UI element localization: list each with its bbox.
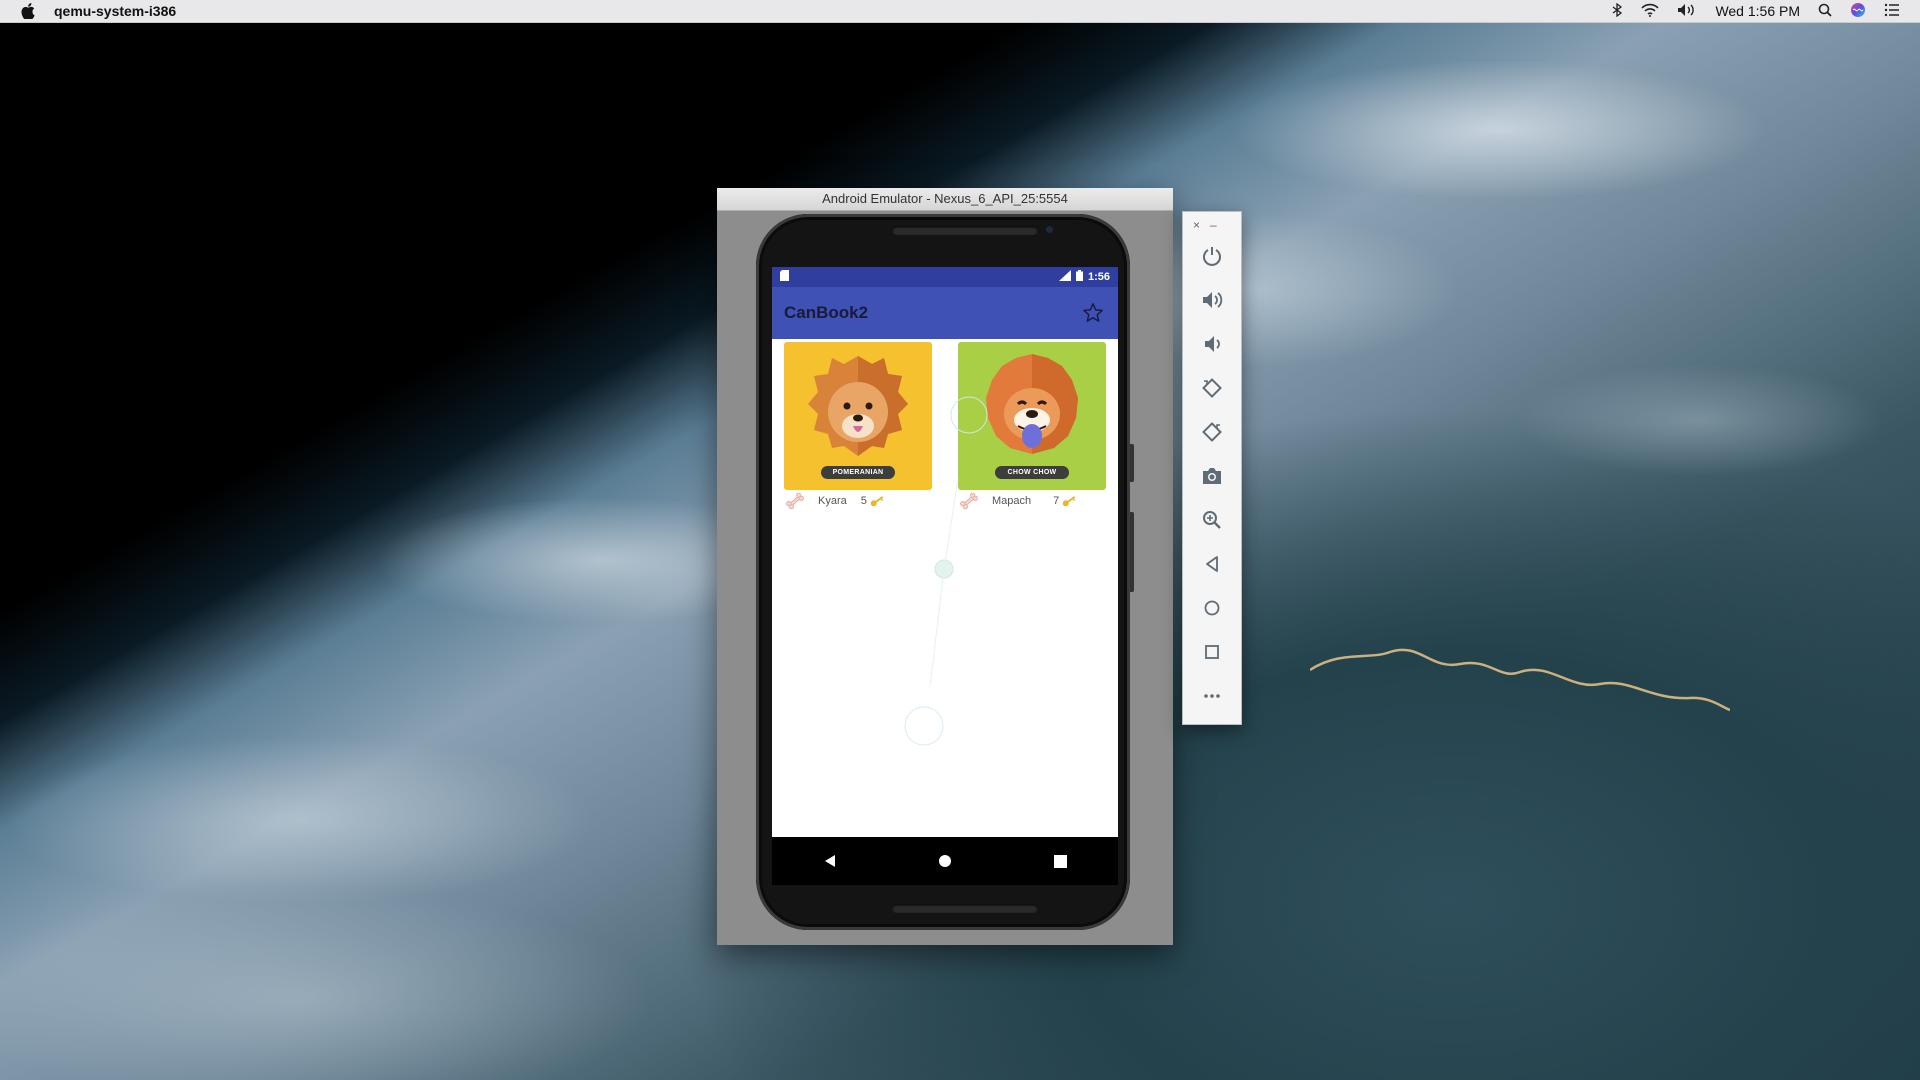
emulator-window: Android Emulator - Nexus_6_API_25:5554 1… (717, 188, 1173, 945)
emulator-title[interactable]: Android Emulator - Nexus_6_API_25:5554 (717, 188, 1173, 211)
bluetooth-icon[interactable] (1611, 2, 1623, 20)
dog-card[interactable]: CHOW CHOW Mapach 7 (958, 342, 1106, 512)
toolbar-window-controls: × – (1183, 212, 1241, 234)
power-icon[interactable] (1183, 234, 1241, 278)
home-icon[interactable] (925, 841, 965, 881)
dog-count: 7 (1053, 495, 1060, 507)
earpiece-speaker (892, 226, 1038, 235)
dog-card[interactable]: POMERANIAN Kyara 5 (784, 342, 932, 512)
recents-icon[interactable] (1040, 841, 1080, 881)
overview-icon[interactable] (1183, 630, 1241, 674)
minimize-icon[interactable]: – (1210, 218, 1217, 234)
breed-tag: POMERANIAN (821, 466, 895, 479)
nexus-6-device-frame: 1:56 CanBook2 POMERANIAN Kyara 5 CHOW CH… (756, 214, 1134, 930)
menu-clock[interactable]: Wed 1:56 PM (1715, 3, 1800, 19)
app-title: CanBook2 (784, 303, 869, 322)
active-app-name[interactable]: qemu-system-i386 (54, 3, 176, 19)
dog-grid: POMERANIAN Kyara 5 CHOW CHOW Mapach 7 (772, 339, 1118, 512)
dog-count: 5 (860, 495, 867, 507)
more-icon[interactable] (1183, 674, 1241, 718)
screenshot-camera-icon[interactable] (1183, 454, 1241, 498)
zoom-icon[interactable] (1183, 498, 1241, 542)
dog-card-meta: Mapach 7 (958, 490, 1106, 512)
notification-center-icon[interactable] (1884, 3, 1900, 20)
menu-bar: qemu-system-i386 Wed 1:56 PM (0, 0, 1920, 23)
close-icon[interactable]: × (1193, 218, 1200, 234)
volume-icon[interactable] (1677, 3, 1697, 20)
wallpaper-river (1310, 648, 1730, 712)
key-icon (1061, 495, 1077, 507)
dog-name: Mapach (992, 495, 1032, 507)
front-camera (1046, 226, 1053, 233)
wifi-icon[interactable] (1641, 3, 1660, 20)
volume-down-icon[interactable] (1183, 322, 1241, 366)
bottom-speaker (892, 904, 1038, 913)
emulator-toolbar: × – (1182, 211, 1242, 725)
volume-up-icon[interactable] (1183, 278, 1241, 322)
device-screen[interactable]: 1:56 CanBook2 POMERANIAN Kyara 5 CHOW CH… (772, 267, 1118, 885)
apple-icon[interactable] (20, 2, 36, 20)
app-toolbar: CanBook2 (772, 287, 1118, 339)
spotlight-search-icon[interactable] (1818, 3, 1832, 20)
dog-card-image[interactable]: POMERANIAN (784, 342, 932, 490)
dog-card-image[interactable]: CHOW CHOW (958, 342, 1106, 490)
dog-name: Kyara (818, 495, 847, 507)
rotate-right-icon[interactable] (1183, 410, 1241, 454)
rotate-left-icon[interactable] (1183, 366, 1241, 410)
key-icon (869, 495, 885, 507)
siri-icon[interactable] (1850, 2, 1866, 21)
status-time: 1:56 (1087, 271, 1110, 283)
bone-icon[interactable] (784, 492, 806, 510)
battery-icon (1075, 270, 1083, 284)
back-icon[interactable] (1183, 542, 1241, 586)
android-navigation-bar (772, 837, 1118, 885)
breed-tag: CHOW CHOW (995, 466, 1069, 479)
power-side-button[interactable] (1130, 444, 1134, 482)
home-icon[interactable] (1183, 586, 1241, 630)
volume-side-button[interactable] (1130, 512, 1134, 592)
android-status-bar: 1:56 (772, 267, 1118, 287)
bone-icon[interactable] (958, 492, 980, 510)
back-icon[interactable] (810, 841, 850, 881)
dog-card-meta: Kyara 5 (784, 490, 932, 512)
favorite-star-icon[interactable] (1080, 300, 1106, 326)
signal-icon (1058, 270, 1071, 284)
sd-card-icon (780, 270, 789, 284)
